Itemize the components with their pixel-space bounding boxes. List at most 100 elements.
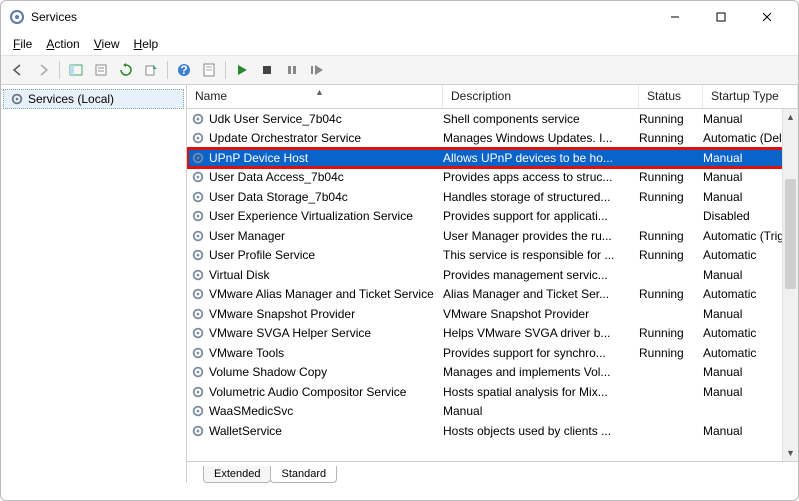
service-description: Manages and implements Vol... (443, 365, 639, 379)
scroll-down-button[interactable]: ▼ (783, 445, 798, 461)
service-description: Provides management servic... (443, 268, 639, 282)
service-row[interactable]: VMware Alias Manager and Ticket ServiceA… (187, 285, 798, 305)
back-button[interactable] (7, 59, 29, 81)
service-name: WaaSMedicSvc (209, 404, 443, 418)
service-description: Hosts spatial analysis for Mix... (443, 385, 639, 399)
service-description: Provides support for synchro... (443, 346, 639, 360)
service-description: Manual (443, 404, 639, 418)
properties-sheet-button[interactable] (198, 59, 220, 81)
svg-text:?: ? (180, 63, 187, 77)
service-row[interactable]: WalletServiceHosts objects used by clien… (187, 421, 798, 441)
service-name: WalletService (209, 424, 443, 438)
service-description: Helps VMware SVGA driver b... (443, 326, 639, 340)
service-name: VMware Alias Manager and Ticket Service (209, 287, 443, 301)
menu-view[interactable]: View (88, 35, 126, 53)
service-name: VMware SVGA Helper Service (209, 326, 443, 340)
gear-icon (191, 346, 205, 360)
tab-extended[interactable]: Extended (203, 466, 271, 483)
gear-icon (191, 365, 205, 379)
service-name: VMware Snapshot Provider (209, 307, 443, 321)
maximize-button[interactable] (698, 3, 744, 31)
refresh-button[interactable] (115, 59, 137, 81)
forward-button[interactable] (32, 59, 54, 81)
tab-standard[interactable]: Standard (270, 466, 337, 483)
stop-service-button[interactable] (256, 59, 278, 81)
service-row[interactable]: WaaSMedicSvcManual (187, 402, 798, 422)
window-title: Services (31, 10, 652, 24)
toolbar-separator (225, 61, 226, 79)
view-tabs: Extended Standard (187, 461, 798, 483)
service-name: User Manager (209, 229, 443, 243)
close-button[interactable] (744, 3, 790, 31)
pause-service-button[interactable] (281, 59, 303, 81)
menu-action[interactable]: Action (40, 35, 85, 53)
service-startup-type: Manual (443, 404, 482, 418)
list-pane: Name ▲ Description Status Startup Type U… (187, 85, 798, 483)
start-service-button[interactable] (231, 59, 253, 81)
gear-icon (191, 248, 205, 262)
service-row[interactable]: Update Orchestrator ServiceManages Windo… (187, 129, 798, 149)
service-name: User Profile Service (209, 248, 443, 262)
gear-icon (191, 268, 205, 282)
service-name: Udk User Service_7b04c (209, 112, 443, 126)
scroll-up-button[interactable]: ▲ (783, 109, 798, 125)
column-status[interactable]: Status (639, 85, 703, 108)
service-row[interactable]: UPnP Device HostAllows UPnP devices to b… (187, 148, 798, 168)
service-row[interactable]: Udk User Service_7b04cShell components s… (187, 109, 798, 129)
service-row[interactable]: VMware Snapshot ProviderVMware Snapshot … (187, 304, 798, 324)
service-name: Update Orchestrator Service (209, 131, 443, 145)
service-row[interactable]: User Experience Virtualization ServicePr… (187, 207, 798, 227)
tree-item-services-local[interactable]: Services (Local) (3, 89, 184, 109)
service-name: User Data Storage_7b04c (209, 190, 443, 204)
service-row[interactable]: User ManagerUser Manager provides the ru… (187, 226, 798, 246)
gear-icon (191, 209, 205, 223)
tree-pane: Services (Local) (1, 85, 187, 483)
gear-icon (191, 424, 205, 438)
service-description: Hosts objects used by clients ... (443, 424, 639, 438)
sort-indicator-icon: ▲ (315, 87, 324, 97)
vertical-scrollbar[interactable]: ▲ ▼ (782, 109, 798, 461)
column-description[interactable]: Description (443, 85, 639, 108)
tree-item-label: Services (Local) (28, 92, 114, 106)
gear-icon (191, 112, 205, 126)
scrollbar-thumb[interactable] (785, 179, 796, 289)
service-status: Running (639, 287, 703, 301)
services-app-icon (9, 9, 25, 25)
gear-icon (191, 151, 205, 165)
menubar: File Action View Help (1, 33, 798, 55)
show-hide-tree-button[interactable] (65, 59, 87, 81)
service-description: Provides apps access to struc... (443, 170, 639, 184)
help-button[interactable]: ? (173, 59, 195, 81)
properties-button[interactable] (90, 59, 112, 81)
service-description: Allows UPnP devices to be ho... (443, 151, 639, 165)
service-description: Alias Manager and Ticket Ser... (443, 287, 639, 301)
service-name: VMware Tools (209, 346, 443, 360)
export-button[interactable] (140, 59, 162, 81)
menu-help[interactable]: Help (128, 35, 165, 53)
service-name: User Experience Virtualization Service (209, 209, 443, 223)
service-row[interactable]: User Data Access_7b04cProvides apps acce… (187, 168, 798, 188)
service-row[interactable]: User Profile ServiceThis service is resp… (187, 246, 798, 266)
service-name: Virtual Disk (209, 268, 443, 282)
restart-service-button[interactable] (306, 59, 328, 81)
gear-icon (191, 170, 205, 184)
service-status: Running (639, 229, 703, 243)
service-status: Running (639, 326, 703, 340)
service-row[interactable]: VMware ToolsProvides support for synchro… (187, 343, 798, 363)
menu-file[interactable]: File (7, 35, 38, 53)
service-description: Provides support for applicati... (443, 209, 639, 223)
toolbar: ? (1, 55, 798, 85)
minimize-button[interactable] (652, 3, 698, 31)
service-description: This service is responsible for ... (443, 248, 639, 262)
window-controls (652, 3, 790, 31)
service-row[interactable]: Virtual DiskProvides management servic..… (187, 265, 798, 285)
service-row[interactable]: VMware SVGA Helper ServiceHelps VMware S… (187, 324, 798, 344)
service-row[interactable]: User Data Storage_7b04cHandles storage o… (187, 187, 798, 207)
toolbar-separator (167, 61, 168, 79)
service-row[interactable]: Volumetric Audio Compositor ServiceHosts… (187, 382, 798, 402)
service-status: Running (639, 170, 703, 184)
service-row[interactable]: Volume Shadow CopyManages and implements… (187, 363, 798, 383)
main-area: Services (Local) Name ▲ Description Stat… (1, 85, 798, 483)
gear-icon (191, 326, 205, 340)
column-startup-type[interactable]: Startup Type (703, 85, 798, 108)
